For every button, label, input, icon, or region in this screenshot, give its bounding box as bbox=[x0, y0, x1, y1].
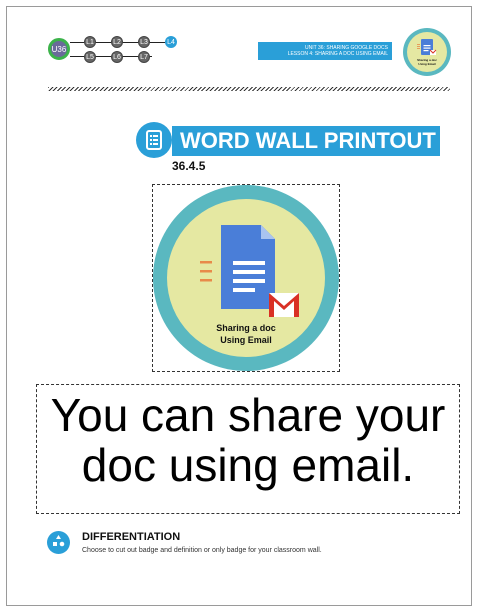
small-badge: Sharing a doc Using Email bbox=[403, 28, 451, 76]
google-doc-icon bbox=[417, 39, 437, 55]
lesson-node-l3: L3 bbox=[138, 36, 150, 48]
page-title: WORD WALL PRINTOUT bbox=[172, 126, 440, 156]
lesson-node-l2: L2 bbox=[111, 36, 123, 48]
list-icon bbox=[136, 122, 172, 158]
unit-lesson-header: UNIT 36: SHARING GOOGLE DOCS LESSON 4: S… bbox=[258, 42, 392, 60]
differentiation-text: Choose to cut out badge and definition o… bbox=[82, 547, 322, 554]
lesson-node-l5: L5 bbox=[84, 51, 96, 63]
definition-text: You can share your doc using email. bbox=[50, 389, 446, 491]
activity-code: 36.4.5 bbox=[172, 159, 206, 173]
badge-label-line2: Using Email bbox=[220, 335, 272, 345]
badge-label-line1: Sharing a doc bbox=[216, 323, 276, 333]
unit-node-label: U36 bbox=[51, 44, 67, 54]
lesson-node-label: L4 bbox=[167, 38, 175, 46]
worksheet-page: U36 L1 L2 L3 L4 L5 L6 L7 UNIT 36: SHARIN… bbox=[0, 0, 479, 606]
small-badge-label: Sharing a doc Using Email bbox=[417, 58, 437, 66]
lesson-node-current: L4 bbox=[165, 36, 177, 48]
lesson-node-label: L1 bbox=[86, 38, 94, 46]
lesson-node-l1: L1 bbox=[84, 36, 96, 48]
differentiation-title: DIFFERENTIATION bbox=[82, 531, 181, 543]
lesson-node-label: L2 bbox=[113, 38, 121, 46]
badge: Sharing a doc Using Email bbox=[153, 185, 339, 371]
lesson-node-label: L6 bbox=[113, 53, 121, 61]
lesson-node-label: L5 bbox=[86, 53, 94, 61]
divider-rule bbox=[48, 87, 450, 91]
lesson-node-l7: L7 bbox=[138, 51, 150, 63]
lesson-node-label: L7 bbox=[140, 53, 148, 61]
small-badge-inner: Sharing a doc Using Email bbox=[407, 32, 447, 72]
lesson-node-label: L3 bbox=[140, 38, 148, 46]
unit-node: U36 bbox=[48, 38, 70, 60]
shapes-icon bbox=[47, 531, 70, 554]
lesson-title: LESSON 4: SHARING A DOC USING EMAIL bbox=[287, 51, 388, 57]
lesson-node-l6: L6 bbox=[111, 51, 123, 63]
